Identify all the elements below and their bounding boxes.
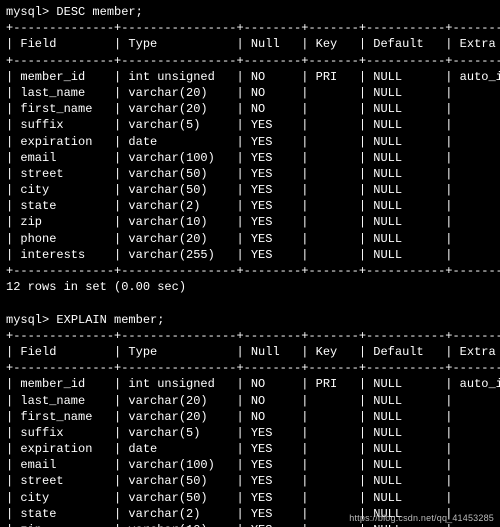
table-rule: +--------------+----------------+-------… xyxy=(6,20,494,36)
table-rule: +--------------+----------------+-------… xyxy=(6,53,494,69)
watermark-text: https://blog.csdn.net/qq_41453285 xyxy=(349,512,494,524)
table-row: | state | varchar(2) | YES | | NULL | | xyxy=(6,198,494,214)
table-row: | first_name | varchar(20) | NO | | NULL… xyxy=(6,101,494,117)
table-header-row: | Field | Type | Null | Key | Default | … xyxy=(6,344,494,360)
table-row: | email | varchar(100) | YES | | NULL | … xyxy=(6,457,494,473)
table-rule: +--------------+----------------+-------… xyxy=(6,360,494,376)
table-row: | member_id | int unsigned | NO | PRI | … xyxy=(6,376,494,392)
terminal-output: mysql> DESC member;+--------------+-----… xyxy=(0,0,500,527)
table-row: | street | varchar(50) | YES | | NULL | … xyxy=(6,166,494,182)
command-text: DESC member; xyxy=(56,5,142,19)
table-row: | last_name | varchar(20) | NO | | NULL … xyxy=(6,393,494,409)
table-header-row: | Field | Type | Null | Key | Default | … xyxy=(6,36,494,52)
prompt-text: mysql> xyxy=(6,313,56,327)
table-row: | suffix | varchar(5) | YES | | NULL | | xyxy=(6,117,494,133)
result-footer: 12 rows in set (0.00 sec) xyxy=(6,279,494,295)
prompt-line[interactable]: mysql> EXPLAIN member; xyxy=(6,312,494,328)
blank-line xyxy=(6,295,494,311)
table-row: | city | varchar(50) | YES | | NULL | | xyxy=(6,182,494,198)
table-rule: +--------------+----------------+-------… xyxy=(6,263,494,279)
prompt-line[interactable]: mysql> DESC member; xyxy=(6,4,494,20)
table-row: | city | varchar(50) | YES | | NULL | | xyxy=(6,490,494,506)
table-row: | suffix | varchar(5) | YES | | NULL | | xyxy=(6,425,494,441)
table-rule: +--------------+----------------+-------… xyxy=(6,328,494,344)
table-row: | expiration | date | YES | | NULL | | xyxy=(6,134,494,150)
table-row: | email | varchar(100) | YES | | NULL | … xyxy=(6,150,494,166)
table-row: | last_name | varchar(20) | NO | | NULL … xyxy=(6,85,494,101)
table-row: | first_name | varchar(20) | NO | | NULL… xyxy=(6,409,494,425)
table-row: | street | varchar(50) | YES | | NULL | … xyxy=(6,473,494,489)
table-row: | member_id | int unsigned | NO | PRI | … xyxy=(6,69,494,85)
table-row: | expiration | date | YES | | NULL | | xyxy=(6,441,494,457)
table-row: | zip | varchar(10) | YES | | NULL | | xyxy=(6,214,494,230)
prompt-text: mysql> xyxy=(6,5,56,19)
table-row: | phone | varchar(20) | YES | | NULL | | xyxy=(6,231,494,247)
command-text: EXPLAIN member; xyxy=(56,313,164,327)
table-row: | interests | varchar(255) | YES | | NUL… xyxy=(6,247,494,263)
